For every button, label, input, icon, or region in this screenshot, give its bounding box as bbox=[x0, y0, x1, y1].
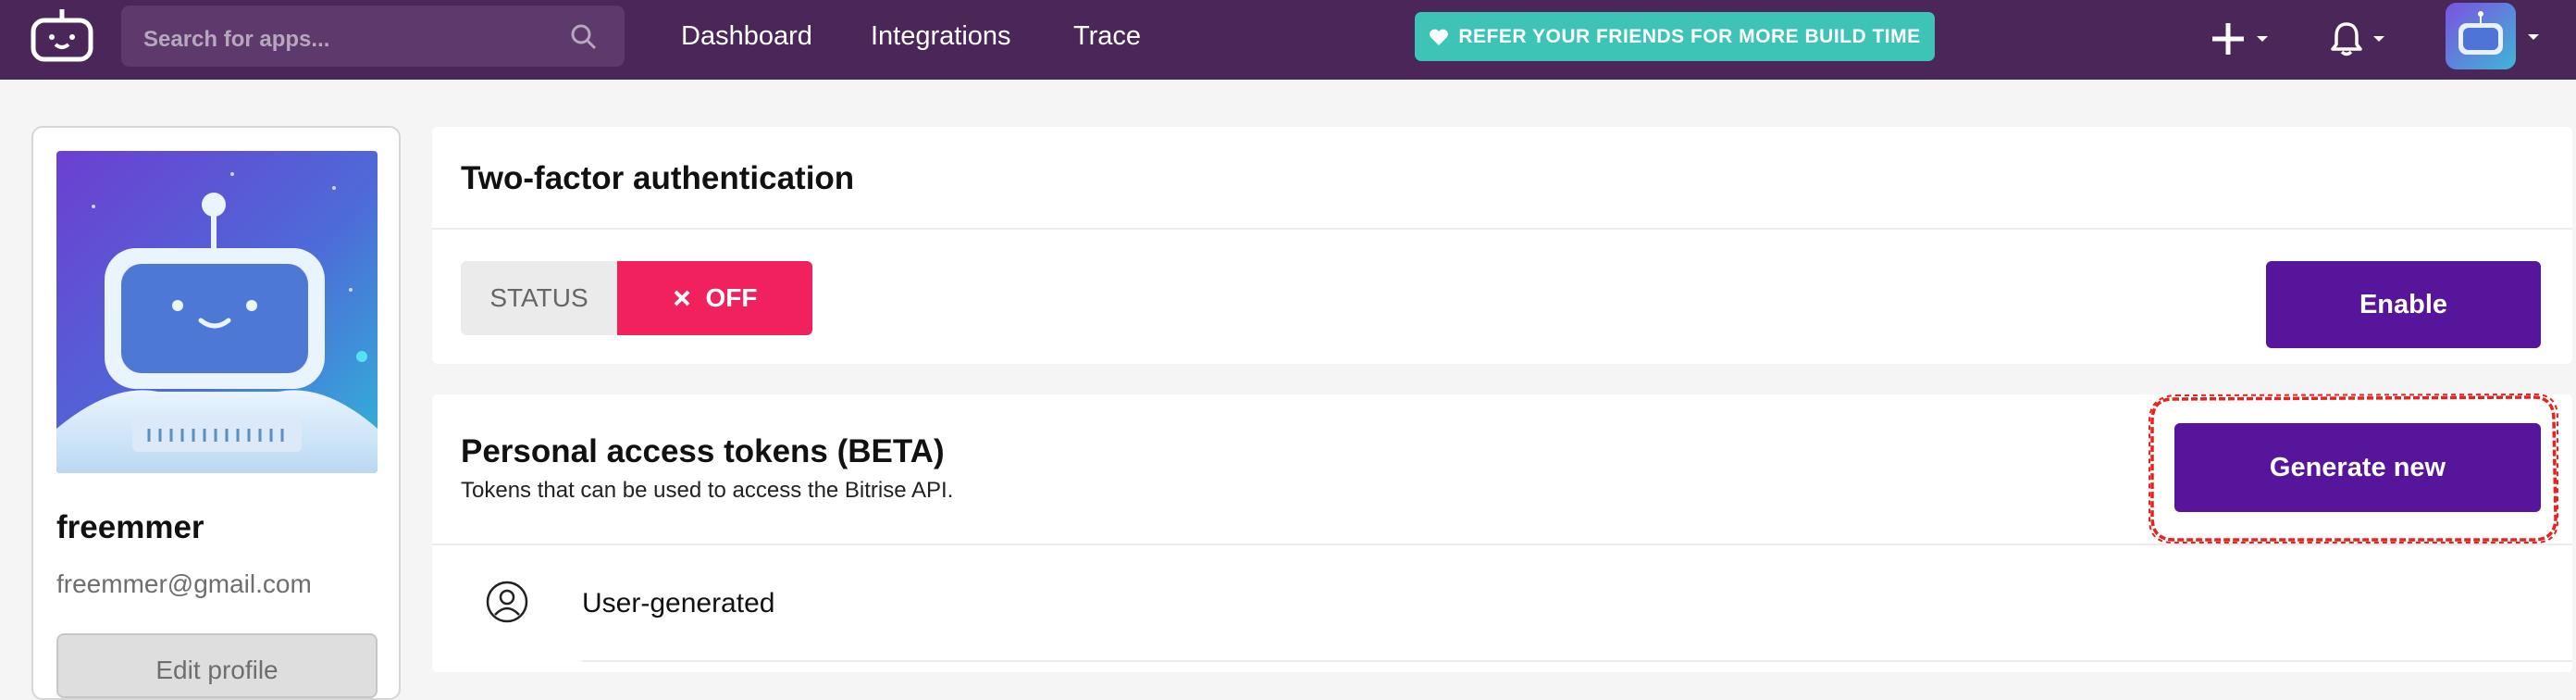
chevron-down-icon bbox=[2257, 36, 2268, 42]
status-off-badge: OFF bbox=[617, 261, 812, 335]
nav-link-trace[interactable]: Trace bbox=[1073, 21, 1141, 52]
edit-profile-button[interactable]: Edit profile bbox=[56, 633, 378, 698]
two-factor-panel: Two-factor authentication STATUS OFF Ena… bbox=[432, 127, 2572, 364]
heart-icon bbox=[1430, 29, 1449, 45]
two-factor-title: Two-factor authentication bbox=[461, 160, 855, 196]
search-placeholder: Search for apps... bbox=[143, 27, 330, 52]
profile-avatar-image bbox=[56, 151, 378, 473]
chevron-down-icon bbox=[2373, 36, 2384, 42]
status-value: OFF bbox=[705, 283, 758, 312]
bitrise-logo-icon[interactable] bbox=[28, 6, 96, 67]
enable-2fa-button[interactable]: Enable bbox=[2266, 261, 2541, 348]
close-icon bbox=[674, 290, 689, 306]
user-avatar-button[interactable] bbox=[2446, 3, 2516, 69]
divider bbox=[432, 228, 2572, 230]
nav-link-integrations[interactable]: Integrations bbox=[871, 21, 1011, 52]
user-generated-section-label: User-generated bbox=[582, 588, 775, 619]
chevron-down-icon[interactable] bbox=[2527, 32, 2540, 42]
nav-link-dashboard[interactable]: Dashboard bbox=[681, 21, 812, 52]
avatar bbox=[2446, 3, 2516, 69]
search-input[interactable]: Search for apps... bbox=[121, 6, 625, 67]
refer-banner-text: REFER YOUR FRIENDS FOR MORE BUILD TIME bbox=[1458, 25, 1921, 47]
highlight-annotation bbox=[2149, 393, 2558, 544]
divider bbox=[582, 660, 2572, 662]
tokens-title: Personal access tokens (BETA) bbox=[461, 433, 945, 469]
profile-email: freemmer@gmail.com bbox=[56, 569, 312, 598]
add-menu-button[interactable] bbox=[2210, 13, 2269, 65]
top-navigation-bar: Search for apps... Dashboard Integration… bbox=[0, 0, 2576, 80]
notifications-button[interactable] bbox=[2330, 13, 2385, 65]
profile-username: freemmer bbox=[56, 509, 204, 545]
plus-icon bbox=[2212, 23, 2244, 55]
search-icon bbox=[571, 24, 597, 50]
refer-friends-banner[interactable]: REFER YOUR FRIENDS FOR MORE BUILD TIME bbox=[1415, 12, 1935, 61]
profile-card: freemmer freemmer@gmail.com Edit profile bbox=[31, 126, 401, 700]
user-icon bbox=[486, 581, 528, 623]
tokens-subtitle: Tokens that can be used to access the Bi… bbox=[461, 478, 954, 503]
bell-icon bbox=[2331, 22, 2362, 56]
status-label: STATUS bbox=[461, 261, 617, 335]
